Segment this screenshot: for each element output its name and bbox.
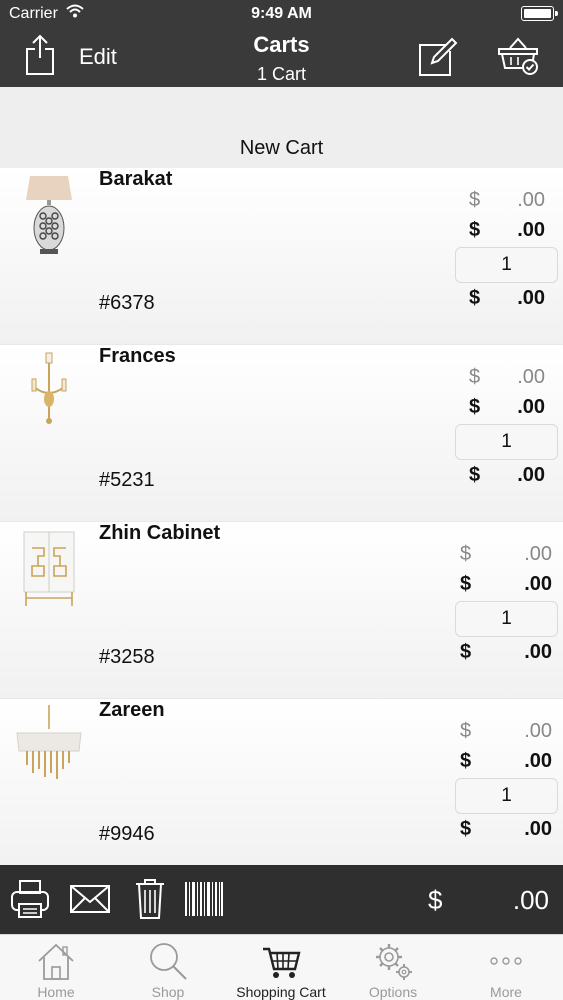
line-total-currency: $ [469,287,481,309]
tab-shop[interactable]: Shop [112,935,224,1000]
line-total-currency: $ [460,818,472,840]
cart-icon [263,947,301,978]
page-title: Carts [253,32,310,57]
product-image-cabinet [23,531,75,606]
sale-price-amount: .00 [517,396,545,418]
tab-label: More [490,984,522,1000]
cart-toolbar: $ .00 [0,865,563,934]
line-total-currency: $ [460,641,472,663]
cart-item-list: Barakat #6378 $ .00 $ .00 1 $ .00 France… [0,168,563,865]
sale-price-amount: .00 [517,219,545,241]
product-name: Barakat [99,168,173,190]
product-image-lamp [26,176,72,254]
tab-options[interactable]: Options [337,935,449,1000]
more-icon [490,957,522,965]
cart-item[interactable]: Frances #5231 $ .00 $ .00 1 $ .00 [0,345,563,522]
product-image-sconce [31,352,67,424]
line-total-amount: .00 [524,818,552,840]
product-name: Frances [99,345,176,367]
line-total-amount: .00 [517,464,545,486]
product-sku: #3258 [99,646,155,668]
tab-label: Shop [151,984,185,1000]
home-icon [38,943,74,980]
product-name: Zhin Cabinet [99,522,221,544]
tab-shopping-cart[interactable]: Shopping Cart [225,935,337,1000]
tab-label: Options [368,984,418,1000]
battery-icon [521,6,558,21]
list-price-amount: .00 [524,543,552,565]
cart-total-amount: .00 [512,885,549,915]
search-icon [150,943,187,980]
new-cart-label: New Cart [239,137,324,159]
basket-check-icon[interactable] [496,36,540,76]
tab-label: Shopping Cart [236,984,326,1000]
status-time: 9:49 AM [251,5,312,22]
product-sku: #6378 [99,292,155,314]
sale-price-currency: $ [460,750,472,772]
sale-price-currency: $ [469,219,481,241]
tab-label: Home [37,984,75,1000]
cart-item[interactable]: Zhin Cabinet #3258 $ .00 $ .00 1 $ .00 [0,522,563,699]
quantity-field[interactable]: 1 [455,778,558,814]
line-total-amount: .00 [517,287,545,309]
product-image-chandelier [16,705,82,779]
quantity-field[interactable]: 1 [455,247,558,283]
quantity-field[interactable]: 1 [455,601,558,637]
compose-icon[interactable] [416,35,460,77]
status-bar: Carrier 9:49 AM [0,0,563,28]
product-name: Zareen [99,699,165,721]
new-cart-row[interactable]: New Cart [0,87,563,168]
gears-icon [376,944,412,980]
cart-item[interactable]: Barakat #6378 $ .00 $ .00 1 $ .00 [0,168,563,345]
tab-more[interactable]: More [450,935,562,1000]
list-price-currency: $ [460,720,472,742]
sale-price-amount: .00 [524,750,552,772]
line-total-currency: $ [469,464,481,486]
list-price-amount: .00 [517,189,545,211]
trash-icon[interactable] [134,878,166,920]
sale-price-currency: $ [460,573,472,595]
quantity-field[interactable]: 1 [455,424,558,460]
barcode-icon[interactable] [184,882,224,916]
sale-price-currency: $ [469,396,481,418]
list-price-currency: $ [469,189,481,211]
line-total-amount: .00 [524,641,552,663]
tab-home[interactable]: Home [0,935,112,1000]
mail-icon[interactable] [69,884,111,914]
list-price-amount: .00 [524,720,552,742]
tab-bar: Home Shop Shopping Cart Options More [0,934,563,1000]
list-price-currency: $ [460,543,472,565]
navigation-bar: Carrier 9:49 AM Edit Carts 1 Cart [0,0,563,87]
printer-icon[interactable] [10,878,50,920]
product-sku: #5231 [99,469,155,491]
list-price-amount: .00 [517,366,545,388]
sale-price-amount: .00 [524,573,552,595]
cart-item[interactable]: Zareen #9946 $ .00 $ .00 1 $ .00 [0,699,563,865]
cart-count: 1 Cart [256,64,307,84]
list-price-currency: $ [469,366,481,388]
product-sku: #9946 [99,823,155,845]
cart-total-currency: $ [428,885,443,915]
